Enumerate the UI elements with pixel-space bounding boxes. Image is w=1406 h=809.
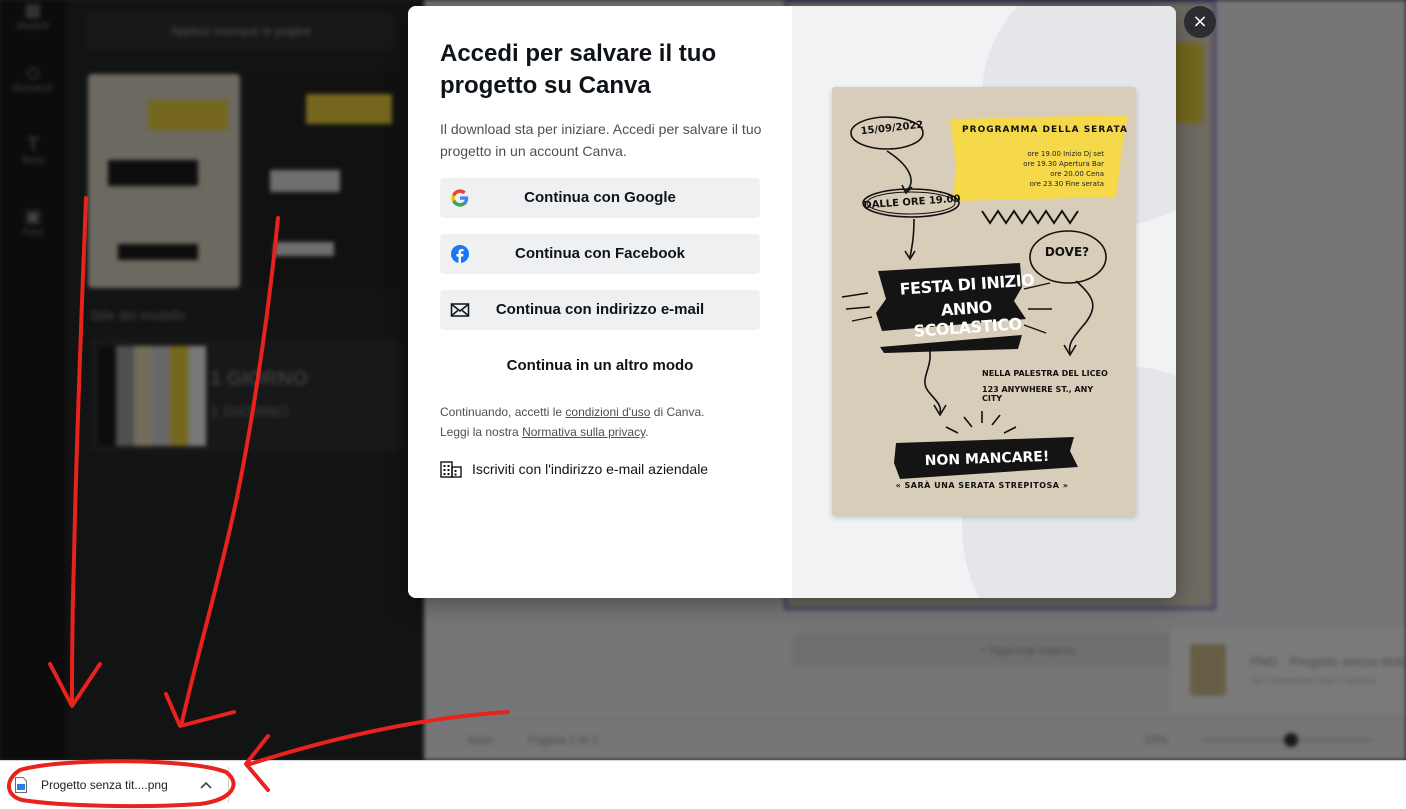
poster-place-line-2: 123 ANYWHERE ST., ANY CITY [982,385,1094,403]
continue-with-email-button[interactable]: Continua con indirizzo e-mail [440,290,760,330]
google-button-label: Continua con Google [524,189,676,206]
chevron-up-icon[interactable] [196,775,216,795]
download-file-name: Progetto senza tit....png [41,778,168,792]
browser-download-bar: Progetto senza tit....png [0,760,1406,809]
modal-form-pane: Accedi per salvare il tuo progetto su Ca… [408,6,792,598]
email-button-label: Continua con indirizzo e-mail [495,301,705,318]
download-bar-divider [228,767,229,803]
business-email-signup-link[interactable]: Iscriviti con l'indirizzo e-mail azienda… [440,458,770,480]
poster-tagline: « SARÀ UNA SERATA STREPITOSA » [895,481,1069,490]
image-file-icon [15,777,27,793]
terms-of-use-link[interactable]: condizioni d'uso [565,405,650,419]
download-item[interactable]: Progetto senza tit....png [8,767,224,803]
building-icon [440,461,462,478]
modal-subtitle: Il download sta per iniziare. Accedi per… [440,121,762,159]
close-icon[interactable]: × [1184,6,1216,38]
design-preview-poster: 15/09/2022 PROGRAMMA DELLA SERATA ore 19… [832,87,1136,516]
mail-icon [450,303,470,317]
legal-notice: Continuando, accetti le condizioni d'uso… [440,405,705,439]
google-icon [451,189,469,207]
continue-other-way-link[interactable]: Continua in un altro modo [440,352,760,380]
facebook-icon [451,245,469,263]
poster-place-line-1: NELLA PALESTRA DEL LICEO [982,369,1108,378]
modal-title: Accedi per salvare il tuo progetto su Ca… [440,40,717,99]
business-signup-label: Iscriviti con l'indirizzo e-mail azienda… [472,461,709,477]
facebook-button-label: Continua con Facebook [514,245,685,262]
privacy-policy-link[interactable]: Normativa sulla privacy [522,425,645,439]
login-modal: Accedi per salvare il tuo progetto su Ca… [408,6,1176,598]
continue-with-facebook-button[interactable]: Continua con Facebook [440,234,760,274]
poster-program-list: ore 19.00 Inizio Dj set ore 19.30 Apertu… [1023,150,1104,188]
poster-program-title: PROGRAMMA DELLA SERATA [962,125,1128,135]
modal-preview-pane: 15/09/2022 PROGRAMMA DELLA SERATA ore 19… [792,6,1176,598]
poster-where: DOVE? [1044,245,1090,259]
continue-with-google-button[interactable]: Continua con Google [440,178,760,218]
